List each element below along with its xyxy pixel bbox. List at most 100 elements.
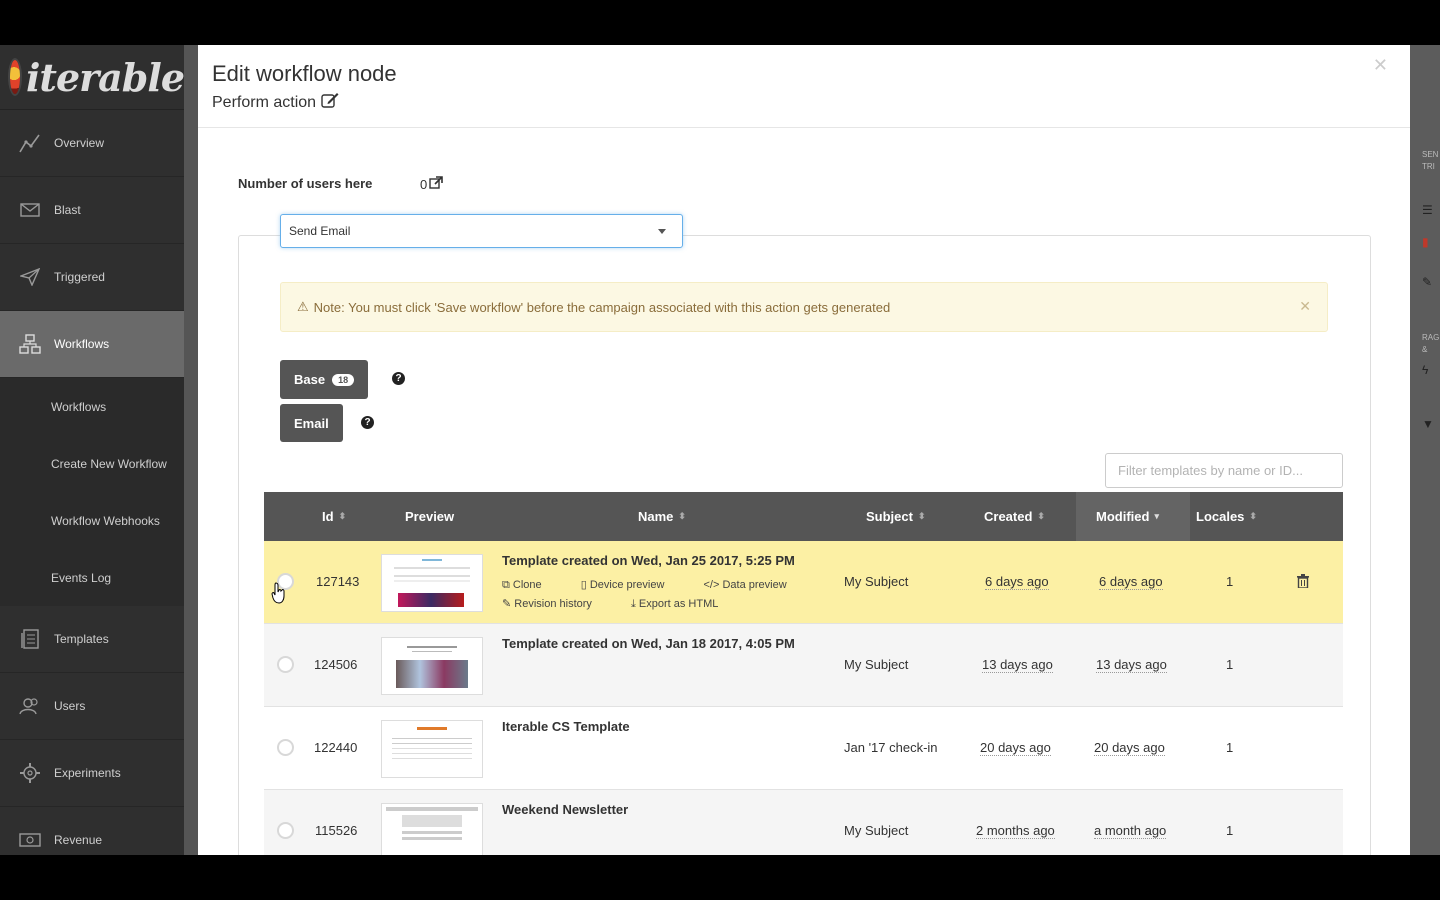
modal-subtitle: Perform action <box>212 92 339 113</box>
template-preview-thumbnail[interactable] <box>381 720 483 778</box>
template-name[interactable]: Iterable CS Template <box>502 719 630 734</box>
template-modified: 6 days ago <box>1099 574 1163 590</box>
close-icon[interactable]: ✕ <box>1373 55 1388 76</box>
edit-icon[interactable] <box>321 92 339 113</box>
templates-table: Id ⬍ Preview Name ⬍ Subject ⬍ Created ⬍ Modi… <box>264 492 1343 855</box>
modal-title: Edit workflow node <box>212 61 397 86</box>
revision-history-action[interactable]: ✎ Revision history <box>502 598 610 610</box>
template-name[interactable]: Template created on Wed, Jan 25 2017, 5:… <box>502 553 795 568</box>
question-icon[interactable]: ? <box>361 416 374 429</box>
node-name: Perform action <box>212 93 317 111</box>
base-count-badge: 18 <box>332 373 355 386</box>
sidebar-item-label: Workflows <box>54 337 110 351</box>
template-filter-input[interactable] <box>1105 453 1343 488</box>
sort-icon: ⬍ <box>678 511 686 521</box>
column-header-modified[interactable]: Modified ▾ <box>1076 492 1190 541</box>
action-type-select[interactable]: Send Email <box>280 214 683 248</box>
users-count-label: Number of users here <box>238 176 373 191</box>
sidebar-item-users[interactable]: Users <box>0 673 184 740</box>
template-created: 13 days ago <box>982 657 1053 673</box>
sort-icon: ⬍ <box>338 511 347 521</box>
alert-text: Note: You must click 'Save workflow' bef… <box>313 299 891 315</box>
template-radio[interactable] <box>277 739 294 756</box>
column-header-created[interactable]: Created ⬍ <box>984 492 1045 541</box>
users-count-link[interactable]: 0 <box>420 176 444 192</box>
sidebar-item-overview[interactable]: Overview <box>0 110 184 177</box>
template-name[interactable]: Weekend Newsletter <box>502 802 628 817</box>
export-html-action[interactable]: ⤓ Export as HTML <box>631 598 736 610</box>
device-preview-action[interactable]: ▯ Device preview <box>581 579 683 591</box>
column-header-subject[interactable]: Subject ⬍ <box>866 492 926 541</box>
table-row[interactable]: 115526 Weekend Newsletter My Subject 2 m… <box>264 790 1343 855</box>
filter-icon: ▼ <box>1422 417 1434 431</box>
trash-icon[interactable] <box>1297 574 1309 591</box>
base-button[interactable]: Base 18 <box>280 360 369 399</box>
sidebar-item-triggered[interactable]: Triggered <box>0 244 184 311</box>
template-id: 127143 <box>316 574 360 589</box>
users-icon <box>17 695 43 717</box>
submenu-item-events-log[interactable]: Events Log <box>0 549 184 606</box>
template-locales: 1 <box>1226 574 1234 589</box>
template-radio[interactable] <box>277 822 294 839</box>
save-workflow-alert: ⚠ Note: You must click 'Save workflow' b… <box>280 282 1328 332</box>
submenu-item-create-new-workflow[interactable]: Create New Workflow <box>0 435 184 492</box>
clone-action[interactable]: ⧉ Clone <box>502 579 560 591</box>
template-locales: 1 <box>1226 657 1234 672</box>
data-preview-action[interactable]: </> Data preview <box>704 579 805 591</box>
revenue-money-icon <box>17 829 43 851</box>
template-modified: 13 days ago <box>1096 657 1167 673</box>
template-preview-thumbnail[interactable] <box>381 637 483 695</box>
users-count-value: 0 <box>420 176 428 192</box>
sidebar-item-label: Triggered <box>54 270 105 284</box>
envelope-icon <box>17 199 43 221</box>
template-created: 2 months ago <box>976 823 1055 839</box>
sidebar-item-label: Revenue <box>54 833 103 847</box>
brand-name: iterable <box>26 54 185 100</box>
column-header-locales[interactable]: Locales ⬍ <box>1196 492 1257 541</box>
template-radio[interactable] <box>277 656 294 673</box>
close-alert-icon[interactable]: ✕ <box>1299 298 1311 315</box>
template-subject: My Subject <box>844 657 909 672</box>
bolt-icon: ϟ <box>1422 363 1429 377</box>
template-actions: ✎ Revision history ⤓ Export as HTML <box>502 597 754 611</box>
external-link-icon <box>429 176 444 192</box>
wand-icon: ✎ <box>1422 275 1433 289</box>
sidebar-item-revenue[interactable]: Revenue <box>0 807 184 855</box>
submenu-item-workflow-webhooks[interactable]: Workflow Webhooks <box>0 492 184 549</box>
template-name[interactable]: Template created on Wed, Jan 18 2017, 4:… <box>502 636 795 651</box>
sidebar-item-experiments[interactable]: Experiments <box>0 740 184 807</box>
warning-icon: ⚠ <box>297 299 309 314</box>
background-label: SEN TRI <box>1422 150 1439 171</box>
sidebar-item-templates[interactable]: Templates <box>0 606 184 673</box>
template-preview-thumbnail[interactable] <box>381 803 483 855</box>
column-header-name[interactable]: Name ⬍ <box>638 492 686 541</box>
mouse-pointer-icon <box>271 582 287 609</box>
table-row[interactable]: 124506 Template created on Wed, Jan 18 2… <box>264 624 1343 707</box>
question-icon[interactable]: ? <box>392 372 405 385</box>
table-row[interactable]: 127143 Template created on Wed, Jan 25 2… <box>264 541 1343 624</box>
paper-plane-icon <box>17 266 43 288</box>
template-id: 124506 <box>314 657 358 672</box>
column-header-id[interactable]: Id ⬍ <box>322 492 346 541</box>
submenu-item-workflows[interactable]: Workflows <box>0 378 184 435</box>
sidebar: iterable Overview Blast Triggered Workfl… <box>0 45 185 855</box>
template-id: 115526 <box>315 823 358 838</box>
template-id: 122440 <box>314 740 358 755</box>
table-row[interactable]: 122440 Iterable CS Template Jan '17 chec… <box>264 707 1343 790</box>
sidebar-item-label: Experiments <box>54 766 121 780</box>
background-label: RAG & <box>1422 333 1440 354</box>
template-locales: 1 <box>1226 823 1234 838</box>
sidebar-item-label: Templates <box>54 632 109 646</box>
base-button-label: Base <box>294 372 326 387</box>
sidebar-item-workflows[interactable]: Workflows <box>0 311 184 378</box>
experiments-gear-icon <box>17 762 43 784</box>
email-button[interactable]: Email <box>280 404 343 442</box>
sidebar-item-blast[interactable]: Blast <box>0 177 184 244</box>
sidebar-item-label: Blast <box>54 203 81 217</box>
template-created: 6 days ago <box>985 574 1049 590</box>
backdrop-strip <box>184 45 198 855</box>
brand-logo[interactable]: iterable <box>0 45 185 110</box>
template-subject: My Subject <box>844 823 909 838</box>
edit-workflow-node-modal: Edit workflow node Perform action ✕ Numb… <box>198 45 1410 855</box>
template-preview-thumbnail[interactable] <box>381 554 483 612</box>
